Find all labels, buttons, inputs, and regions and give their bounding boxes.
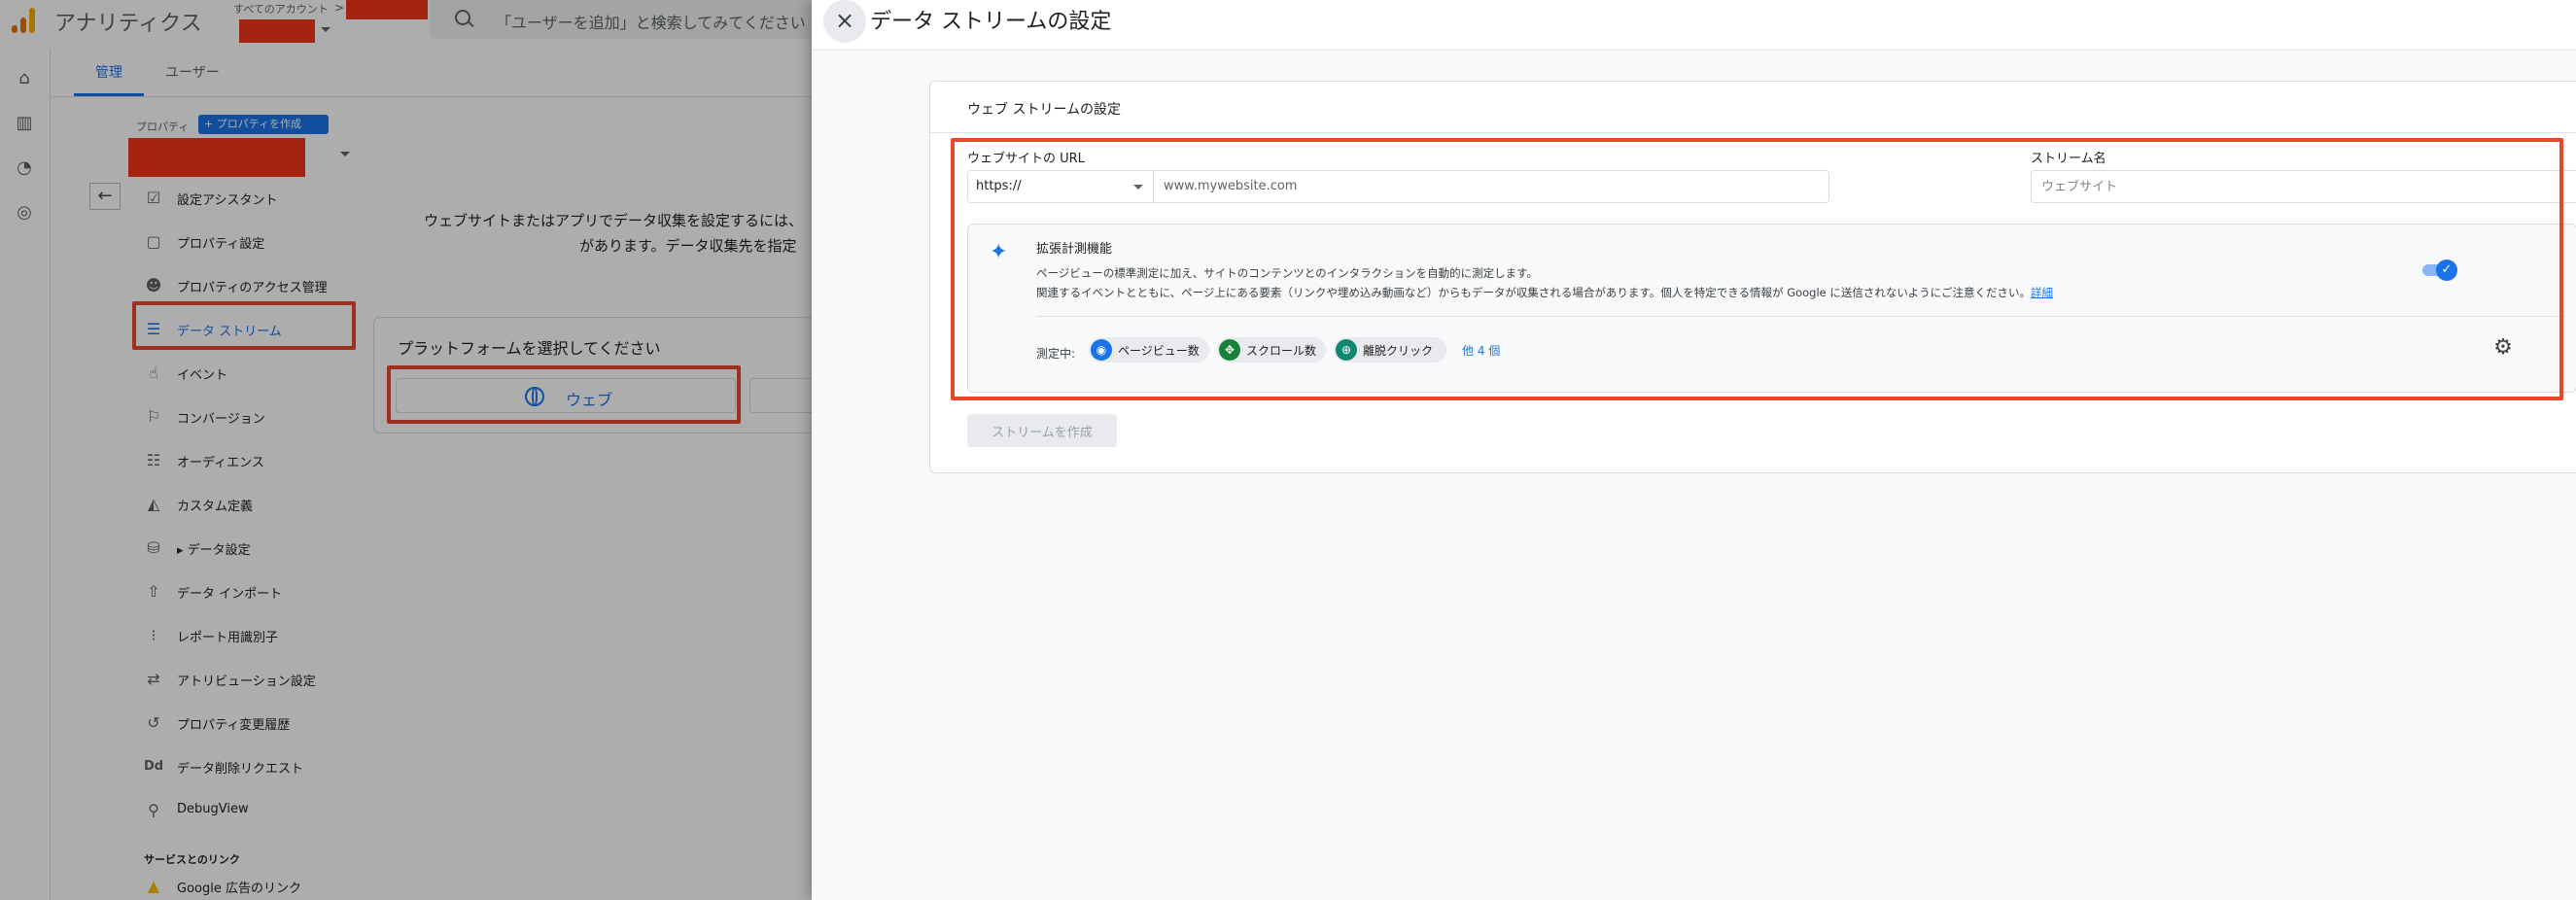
more-events-link[interactable]: 他 4 個 xyxy=(1462,342,1500,359)
enhanced-measurement-title: 拡張計測機能 xyxy=(1036,242,1113,257)
eye-icon: ◉ xyxy=(1091,339,1112,361)
protocol-value: https:// xyxy=(976,179,1022,193)
chip-label: 離脱クリック xyxy=(1363,344,1434,358)
card-title: ウェブ ストリームの設定 xyxy=(967,102,1122,118)
enhanced-divider xyxy=(1036,316,2564,317)
scroll-icon: ✥ xyxy=(1219,339,1240,361)
enhanced-measurement-toggle[interactable]: ✓ xyxy=(2420,260,2457,281)
check-icon: ✓ xyxy=(2436,260,2457,281)
chip-outbound-clicks: ⊕ 離脱クリック xyxy=(1334,337,1446,363)
website-url-input[interactable]: www.mywebsite.com xyxy=(1153,170,1829,203)
enhanced-measurement-box: ✦ 拡張計測機能 ページビューの標準測定に加え、サイトのコンテンツとのインタラク… xyxy=(967,224,2576,393)
sparkle-icon: ✦ xyxy=(990,240,1008,264)
enhanced-measurement-desc2: 関連するイベントとともに、ページ上にある要素（リンクや埋め込み動画など）からもデ… xyxy=(1036,285,2053,300)
enhanced-measurement-desc1: ページビューの標準測定に加え、サイトのコンテンツとのインタラクションを自動的に測… xyxy=(1036,266,1538,280)
details-link[interactable]: 詳細 xyxy=(2031,286,2053,299)
url-label: ウェブサイトの URL xyxy=(967,152,1085,166)
panel-title: データ ストリームの設定 xyxy=(870,10,1112,34)
stream-name-input[interactable] xyxy=(2031,170,2576,203)
stream-name-label: ストリーム名 xyxy=(2031,152,2106,166)
card-divider xyxy=(930,132,2576,133)
close-icon[interactable]: × xyxy=(823,0,866,43)
chip-label: ページビュー数 xyxy=(1118,344,1200,358)
chip-page-views: ◉ ページビュー数 xyxy=(1089,337,1209,363)
create-stream-button[interactable]: ストリームを作成 xyxy=(967,414,1117,447)
desc2-text: 関連するイベントとともに、ページ上にある要素（リンクや埋め込み動画など）からもデ… xyxy=(1036,286,2031,299)
chip-scrolls: ✥ スクロール数 xyxy=(1217,337,1326,363)
panel-header: × データ ストリームの設定 xyxy=(812,0,2576,51)
web-stream-card: ウェブ ストリームの設定 ウェブサイトの URL https:// www.my… xyxy=(929,81,2576,473)
gear-icon[interactable]: ⚙ xyxy=(2490,335,2516,361)
measuring-label: 測定中: xyxy=(1036,347,1076,361)
chip-label: スクロール数 xyxy=(1246,344,1317,358)
data-stream-panel: × データ ストリームの設定 ウェブ ストリームの設定 ウェブサイトの URL … xyxy=(812,0,2576,900)
modal-scrim[interactable] xyxy=(0,0,812,900)
protocol-select[interactable]: https:// xyxy=(967,170,1154,203)
lock-icon: ⊕ xyxy=(1336,339,1357,361)
chevron-down-icon xyxy=(1133,185,1143,190)
